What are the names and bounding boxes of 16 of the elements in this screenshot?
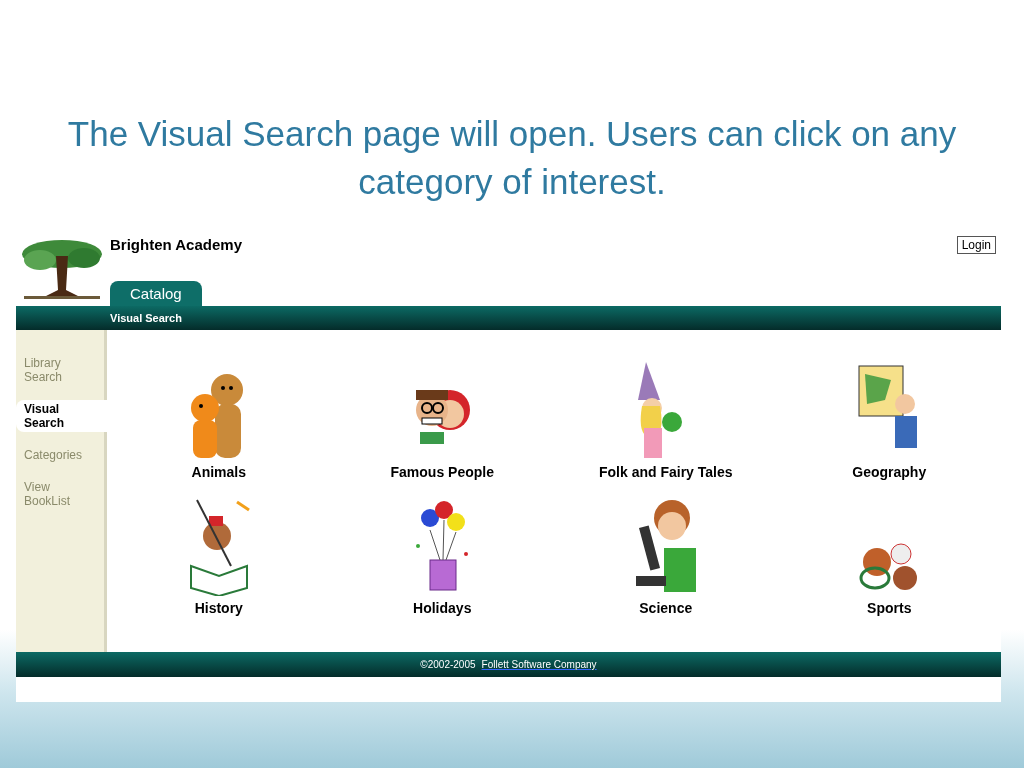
category-label[interactable]: Animals <box>191 464 246 480</box>
category-label[interactable]: Folk and Fairy Tales <box>598 464 733 480</box>
sidebar-item[interactable]: Visual Search <box>16 400 107 432</box>
school-name: Brighten Academy <box>110 236 243 253</box>
category-label[interactable]: Sports <box>867 600 912 616</box>
category-label[interactable]: Famous People <box>390 464 494 480</box>
category-label[interactable]: History <box>194 600 243 616</box>
category-label[interactable]: Science <box>639 600 693 616</box>
slide-title: The Visual Search page will open. Users can click on any category of interest. <box>66 113 958 203</box>
category-label[interactable]: Geography <box>852 464 927 480</box>
company-link[interactable]: Follett Software Company <box>481 659 597 670</box>
copyright-text: ©2002-2005 <box>420 659 476 670</box>
breadcrumb: Visual Search <box>110 312 182 324</box>
catalog-tab[interactable]: Catalog <box>110 281 202 306</box>
login-button[interactable]: Login <box>956 236 996 254</box>
category-label[interactable]: Holidays <box>413 600 472 616</box>
